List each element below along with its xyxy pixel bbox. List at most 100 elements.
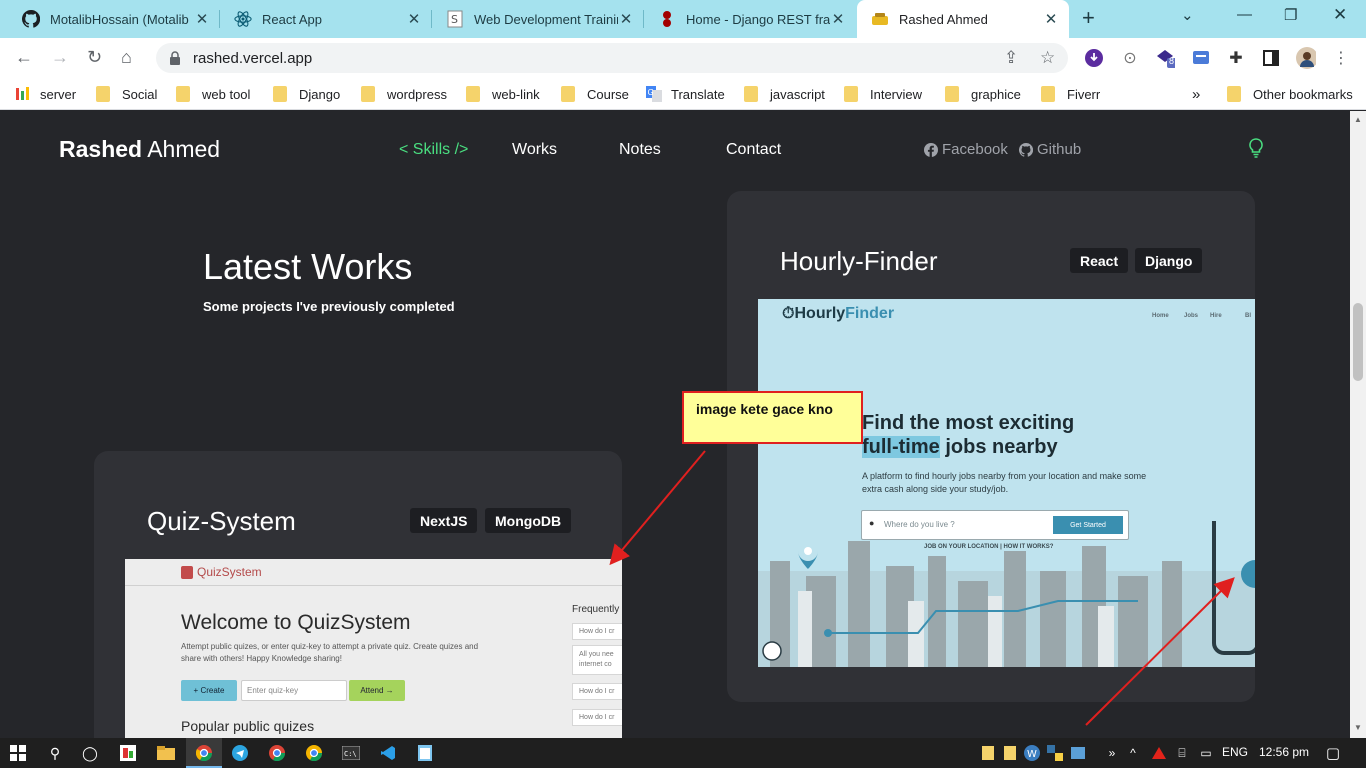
download-extension-icon[interactable]: [1084, 48, 1104, 68]
bookmark-star-icon[interactable]: ☆: [1040, 48, 1055, 68]
tray-antivirus-icon[interactable]: [1150, 744, 1168, 762]
bookmark-folder[interactable]: web tool: [176, 85, 250, 103]
preview-logo: ⏱HourlyFinder: [782, 305, 895, 322]
telegram-icon[interactable]: [231, 744, 249, 762]
github-icon: [22, 10, 40, 28]
city-skyline-illustration: [758, 521, 1255, 667]
social-github[interactable]: Github: [1019, 141, 1081, 158]
reload-icon[interactable]: ↻: [87, 47, 102, 68]
tab-github[interactable]: MotalibHossain (Motalib ✕: [8, 0, 220, 38]
tab-close-icon[interactable]: ✕: [406, 10, 422, 28]
share-icon[interactable]: ⇪: [1004, 48, 1018, 68]
chrome-alt-icon[interactable]: [305, 744, 323, 762]
notepad-icon[interactable]: [416, 744, 434, 762]
tab-close-icon[interactable]: ✕: [830, 10, 846, 28]
search-icon[interactable]: ⚲: [46, 744, 64, 762]
tab-title: Web Development Trainin: [474, 11, 618, 27]
scrollbar-thumb[interactable]: [1353, 303, 1363, 381]
bookmark-folder[interactable]: Course: [561, 85, 629, 103]
network-icon[interactable]: ⌸: [1173, 744, 1191, 762]
bookmark-folder[interactable]: web-link: [466, 85, 540, 103]
photos-app-icon[interactable]: [119, 744, 137, 762]
nav-contact[interactable]: Contact: [726, 141, 781, 159]
home-icon[interactable]: ⌂: [121, 47, 132, 68]
chrome-profile-icon[interactable]: [268, 744, 286, 762]
terminal-icon[interactable]: C:\: [342, 744, 360, 762]
tray-overflow-icon[interactable]: »: [1103, 744, 1121, 762]
bookmark-folder[interactable]: Social: [96, 85, 157, 103]
theme-bulb-icon[interactable]: [1248, 138, 1264, 158]
tray-folder-icon[interactable]: [1001, 744, 1019, 762]
bookmark-server[interactable]: server: [15, 85, 76, 103]
tab-close-icon[interactable]: ✕: [194, 10, 210, 28]
tab-search-icon[interactable]: ⌄: [1181, 6, 1194, 24]
language-indicator[interactable]: ENG: [1222, 745, 1248, 759]
tab-django-rest[interactable]: Home - Django REST fram ✕: [644, 0, 856, 38]
bookmark-folder[interactable]: wordpress: [361, 85, 447, 103]
extension-badge-icon[interactable]: 8: [1155, 48, 1175, 68]
tab-title: React App: [262, 11, 322, 27]
restore-icon[interactable]: ❐: [1284, 6, 1297, 24]
url-text: rashed.vercel.app: [193, 50, 313, 67]
more-bookmarks-icon[interactable]: »: [1192, 85, 1200, 103]
preview-headline: Find the most exciting full-time jobs nea…: [862, 412, 1075, 458]
nav-notes[interactable]: Notes: [619, 141, 661, 159]
tab-react-app[interactable]: React App ✕: [220, 0, 432, 38]
folder-icon: [1227, 86, 1241, 102]
project-card-quiz-system[interactable]: Quiz-System NextJS MongoDB QuizSystem We…: [94, 451, 622, 738]
python-icon[interactable]: [1046, 744, 1064, 762]
show-hidden-icons-icon[interactable]: ^: [1124, 744, 1142, 762]
tab-close-icon[interactable]: ✕: [618, 10, 634, 28]
site-brand[interactable]: Rashed Ahmed: [59, 136, 220, 163]
project-preview-image[interactable]: ⏱HourlyFinder Home Jobs Hire Bl Find the…: [758, 299, 1255, 667]
tray-folder-icon[interactable]: [979, 744, 997, 762]
camera-icon[interactable]: ⊙: [1120, 48, 1140, 68]
page-scrollbar[interactable]: ▲ ▼: [1350, 111, 1366, 738]
nav-skills[interactable]: < Skills />: [399, 141, 468, 159]
new-tab-icon[interactable]: +: [1082, 7, 1095, 29]
server-icon: [16, 87, 29, 100]
bookmark-folder[interactable]: Interview: [844, 85, 922, 103]
preview-create-button: + Create: [181, 680, 237, 701]
side-panel-icon[interactable]: [1261, 48, 1281, 68]
tray-app-icon[interactable]: [1069, 744, 1087, 762]
tab-rashed-ahmed[interactable]: Rashed Ahmed ✕: [857, 0, 1069, 38]
bookmark-folder[interactable]: javascript: [744, 85, 825, 103]
minimize-icon[interactable]: —: [1237, 6, 1252, 23]
tab-title: Rashed Ahmed: [899, 11, 988, 27]
windows-start-icon[interactable]: [9, 744, 27, 762]
project-card-hourly-finder[interactable]: Hourly-Finder React Django ⏱HourlyFinder…: [727, 191, 1255, 702]
extensions-puzzle-icon[interactable]: ✚: [1226, 48, 1246, 68]
profile-avatar[interactable]: [1296, 47, 1316, 69]
task-view-icon[interactable]: ◯: [81, 744, 99, 762]
github-icon: [1019, 142, 1033, 157]
bookmark-other[interactable]: Other bookmarks: [1227, 85, 1353, 103]
bookmark-folder[interactable]: Django: [273, 85, 340, 103]
tech-tag: MongoDB: [485, 508, 572, 533]
bookmark-folder[interactable]: Fiverr: [1041, 85, 1100, 103]
battery-icon[interactable]: ▭: [1197, 744, 1215, 762]
notifications-icon[interactable]: ▢: [1324, 744, 1342, 762]
menu-kebab-icon[interactable]: ⋮: [1331, 48, 1351, 68]
forward-icon[interactable]: →: [51, 47, 69, 68]
file-explorer-icon[interactable]: [157, 744, 175, 762]
bookmark-folder[interactable]: graphice: [945, 85, 1021, 103]
address-input[interactable]: rashed.vercel.app ⇪ ☆: [156, 43, 1068, 73]
tab-title: Home - Django REST fram: [686, 11, 830, 27]
bookmark-translate[interactable]: G Translate: [646, 85, 725, 103]
back-icon[interactable]: ←: [15, 47, 33, 68]
nav-works[interactable]: Works: [512, 141, 557, 159]
tab-close-icon[interactable]: ✕: [1043, 10, 1059, 28]
tab-web-development[interactable]: S Web Development Trainin ✕: [432, 0, 644, 38]
close-window-icon[interactable]: ✕: [1333, 5, 1347, 25]
folder-icon: [744, 86, 758, 102]
preview-text: Attempt public quizes, or enter quiz-key…: [181, 642, 479, 663]
social-facebook[interactable]: Facebook: [924, 141, 1008, 158]
chrome-icon[interactable]: [195, 744, 213, 762]
wordpress-icon[interactable]: W: [1023, 744, 1041, 762]
project-preview-image[interactable]: QuizSystem Welcome to QuizSystem Attempt…: [125, 559, 622, 738]
svg-text:S: S: [451, 13, 458, 26]
vscode-icon[interactable]: [379, 744, 397, 762]
screen-extension-icon[interactable]: [1191, 48, 1211, 68]
clock[interactable]: 12:56 pm: [1259, 745, 1309, 759]
